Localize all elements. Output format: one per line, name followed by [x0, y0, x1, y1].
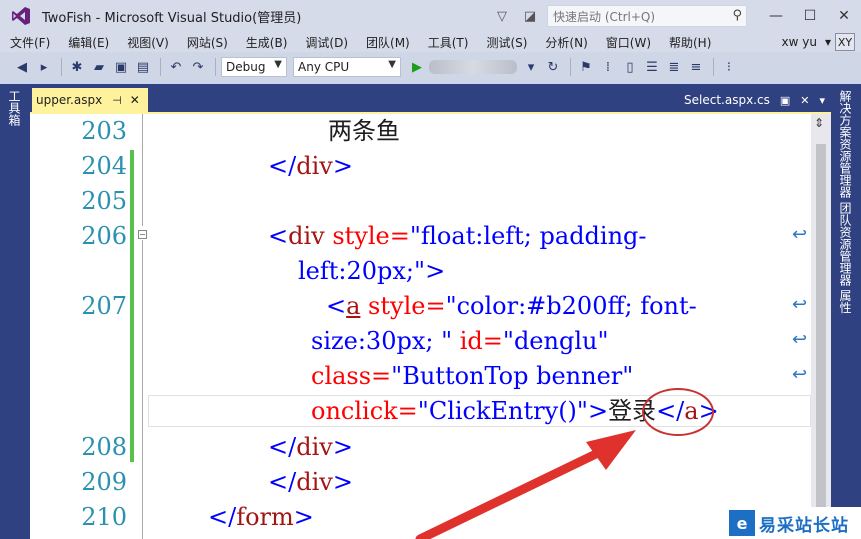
annotation-arrow: [415, 430, 636, 539]
site-logo-icon: e: [729, 510, 755, 536]
watermark: e 易采站长站: [727, 507, 861, 539]
watermark-text: 易采站长站: [759, 515, 849, 536]
